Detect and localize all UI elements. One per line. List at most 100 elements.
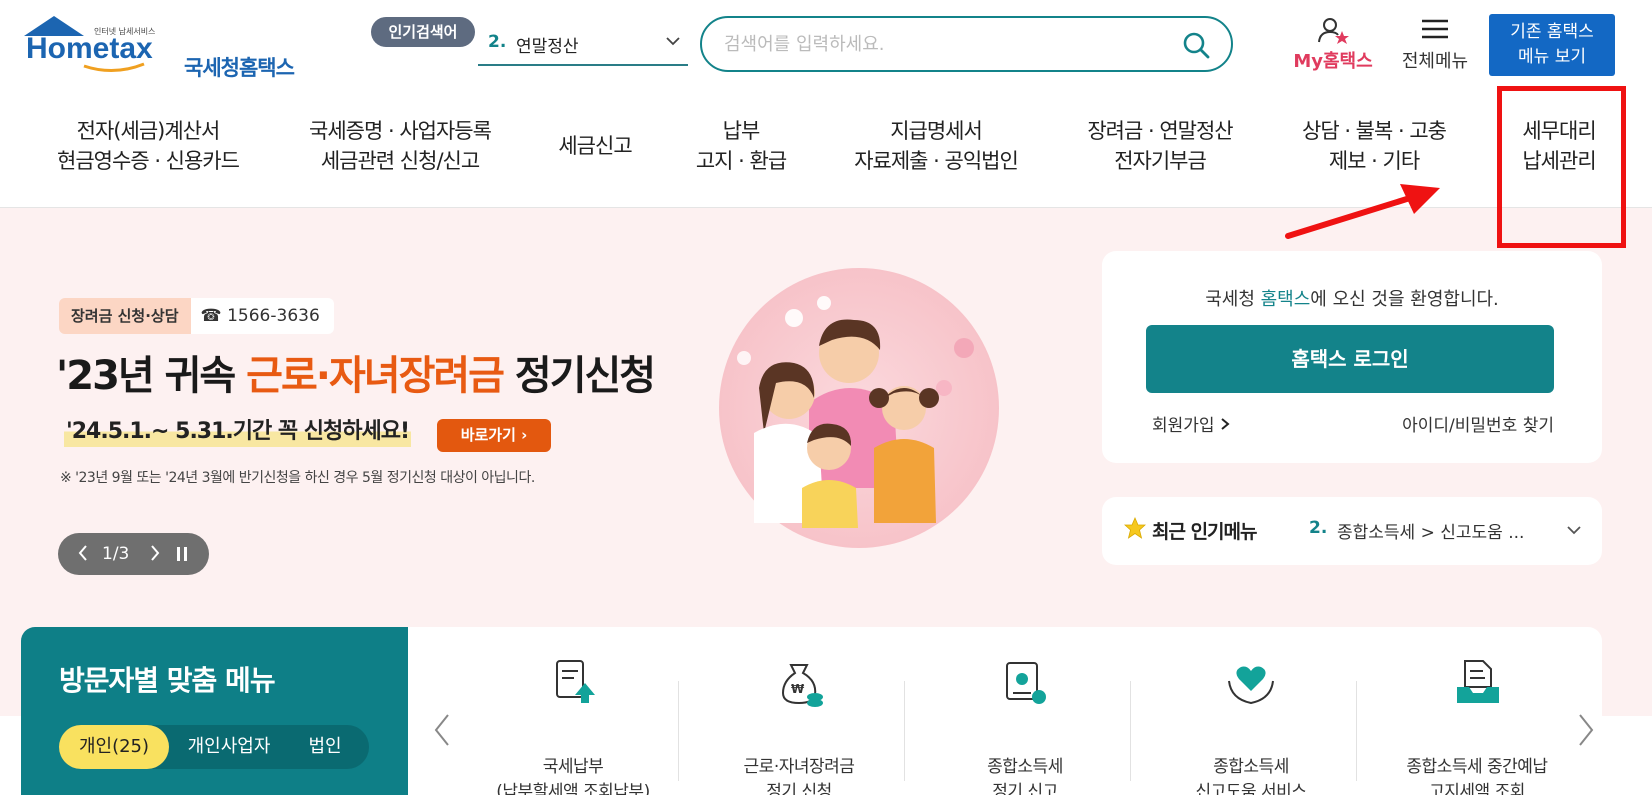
quick-item-line1: 근로·자녀장려금 xyxy=(743,757,855,777)
gnb-item-line2: 세금관련 신청/신고 xyxy=(320,149,480,173)
incentive-chip: 장려금 신청·상담 ☎ 1566-3636 xyxy=(59,298,334,334)
my-hometax-label: My홈택스 xyxy=(1293,51,1373,72)
tab-individual[interactable]: 개인(25) xyxy=(59,725,169,769)
divider xyxy=(1130,681,1131,781)
tab-corporation[interactable]: 법인 xyxy=(289,725,361,769)
certificate-icon xyxy=(1006,662,1046,704)
all-menu-button[interactable]: 전체메뉴 xyxy=(1392,16,1478,72)
old-menu-line2: 메뉴 보기 xyxy=(1518,47,1586,67)
hero-subtitle: '24.5.1.~ 5.31.기간 꼭 신청하세요! xyxy=(64,413,412,447)
chevron-left-icon[interactable] xyxy=(432,713,452,747)
all-menu-label: 전체메뉴 xyxy=(1401,51,1469,72)
search-box xyxy=(700,16,1233,72)
quick-item-tax-payment[interactable]: 국세납부 (납부할세액 조회납부) xyxy=(460,657,686,795)
recent-menu-rank: 2. xyxy=(1309,518,1328,538)
login-card: 국세청 홈택스에 오신 것을 환영합니다. 홈택스 로그인 회원가입 아이디/비… xyxy=(1102,251,1602,463)
quick-item-label: 국세납부 (납부할세액 조회납부) xyxy=(460,755,686,795)
quick-menu: 국세납부 (납부할세액 조회납부) ₩ 근로·자녀장려금정기 신청 종합소득세정기… xyxy=(408,627,1602,795)
welcome-pre: 국세청 xyxy=(1205,289,1261,310)
gnb-item-tax-report[interactable]: 세금신고 xyxy=(540,131,650,161)
chip-label: 장려금 신청·상담 xyxy=(59,298,191,334)
chevron-down-icon xyxy=(1567,526,1581,535)
header: Hometax 인터넷 납세서비스 국세청홈택스 인기검색어 2. 연말정산 M… xyxy=(0,0,1652,86)
go-button[interactable]: 바로가기 › xyxy=(437,419,551,452)
popular-keyword-text: 연말정산 xyxy=(516,37,579,57)
banner-pager: 1/3 xyxy=(58,533,209,575)
quick-item-interim-prepayment[interactable]: 종합소득세 중간예납 고지세액 조회 xyxy=(1364,657,1590,795)
search-input[interactable] xyxy=(724,28,1164,60)
gnb-item-line1: 지급명세서 xyxy=(890,119,983,143)
visitor-menu-panel: 방문자별 맞춤 메뉴 개인(25) 개인사업자 법인 xyxy=(21,627,408,795)
quick-item-label: 근로·자녀장려금정기 신청 xyxy=(686,755,912,795)
my-hometax-button[interactable]: My홈택스 xyxy=(1288,16,1378,72)
gnb-item-line1: 전자(세금)계산서 xyxy=(76,119,221,143)
quick-item-report-help[interactable]: 종합소득세 신고도움 서비스 xyxy=(1138,657,1364,795)
visitor-tabs: 개인(25) 개인사업자 법인 xyxy=(59,725,369,769)
hometax-logo[interactable]: Hometax 인터넷 납세서비스 국세청홈택스 xyxy=(24,14,295,80)
chevron-down-icon xyxy=(666,37,680,46)
hero-note: ※ '23년 9월 또는 '24년 3월에 반기신청을 하신 경우 5월 정기신… xyxy=(60,470,535,486)
gnb-item-consulting[interactable]: 상담 · 불복 · 고충 제보 · 기타 xyxy=(1286,116,1462,176)
hamburger-icon xyxy=(1422,19,1448,39)
chevron-left-icon[interactable] xyxy=(76,543,90,563)
old-menu-button[interactable]: 기존 홈택스 메뉴 보기 xyxy=(1489,14,1615,76)
logo-tagline: 인터넷 납세서비스 xyxy=(94,27,156,36)
gnb-item-e-invoice[interactable]: 전자(세금)계산서 현금영수증 · 신용카드 xyxy=(38,116,258,176)
gnb-item-certificate[interactable]: 국세증명 · 사업자등록 세금관련 신청/신고 xyxy=(290,116,510,176)
join-link[interactable]: 회원가입 xyxy=(1152,411,1230,436)
chip-phone: ☎ 1566-3636 xyxy=(190,298,334,334)
find-id-password-link[interactable]: 아이디/비밀번호 찾기 xyxy=(1402,411,1554,436)
chevron-right-icon xyxy=(1221,418,1230,430)
gnb-item-line1: 장려금 · 연말정산 xyxy=(1087,119,1233,143)
money-bag-icon: ₩ xyxy=(781,664,823,707)
quick-item-line1: 국세납부 xyxy=(542,757,604,777)
gnb-item-line1: 세금신고 xyxy=(558,134,632,158)
gnb-item-line2: 제보 · 기타 xyxy=(1328,149,1420,173)
quick-item-line1: 종합소득세 xyxy=(987,757,1063,777)
user-star-icon xyxy=(1318,18,1349,44)
quick-item-line2: 정기 신청 xyxy=(766,782,832,795)
welcome-post: 에 오신 것을 환영합니다. xyxy=(1310,289,1499,310)
hero-title-pre: '23년 귀속 xyxy=(56,353,247,399)
join-label: 회원가입 xyxy=(1152,416,1215,436)
highlight-box xyxy=(1497,86,1626,248)
divider xyxy=(678,681,679,781)
search-icon[interactable] xyxy=(1181,30,1211,60)
pause-icon[interactable] xyxy=(174,545,190,563)
heart-hands-icon xyxy=(1228,666,1274,705)
quick-item-income-tax-report[interactable]: 종합소득세정기 신고 xyxy=(912,657,1138,795)
file-tray-icon xyxy=(1457,660,1499,703)
welcome-brand: 홈택스 xyxy=(1260,289,1311,310)
quick-item-line1: 종합소득세 xyxy=(1213,757,1289,777)
family-illustration xyxy=(719,268,999,548)
quick-item-label: 종합소득세정기 신고 xyxy=(912,755,1138,795)
chevron-right-icon[interactable] xyxy=(148,543,162,563)
quick-item-incentive[interactable]: ₩ 근로·자녀장려금정기 신청 xyxy=(686,657,912,795)
recent-menu-title: 최근 인기메뉴 xyxy=(1152,521,1257,543)
hero-title-highlight: 근로·자녀장려금 xyxy=(246,353,505,399)
quick-item-line2: 고지세액 조회 xyxy=(1429,782,1525,795)
gnb-item-line1: 상담 · 불복 · 고충 xyxy=(1302,119,1447,143)
gnb-item-line1: 납부 xyxy=(722,119,761,143)
quick-item-line2: 정기 신고 xyxy=(992,782,1058,795)
pager-count: 1/3 xyxy=(102,544,130,564)
logo-name: 국세청홈택스 xyxy=(184,56,295,80)
divider xyxy=(904,681,905,781)
welcome-text: 국세청 홈택스에 오신 것을 환영합니다. xyxy=(1102,285,1602,311)
tab-individual-business[interactable]: 개인사업자 xyxy=(171,725,287,769)
quick-item-label: 종합소득세 신고도움 서비스 xyxy=(1138,755,1364,795)
quick-item-label: 종합소득세 중간예납 고지세액 조회 xyxy=(1364,755,1590,795)
divider xyxy=(1356,681,1357,781)
visitor-menu-title: 방문자별 맞춤 메뉴 xyxy=(59,664,276,697)
gnb-item-payment[interactable]: 납부 고지 · 환급 xyxy=(680,116,802,176)
gnb-item-payment-statement[interactable]: 지급명세서 자료제출 · 공익법인 xyxy=(840,116,1032,176)
recent-popular-menu[interactable]: 최근 인기메뉴 2. 종합소득세 > 신고도움 ... xyxy=(1102,497,1602,565)
gnb-item-line1: 국세증명 · 사업자등록 xyxy=(309,119,492,143)
quick-item-line2: (납부할세액 조회납부) xyxy=(496,782,650,795)
popular-keyword-select[interactable]: 2. 연말정산 xyxy=(478,22,688,66)
login-button[interactable]: 홈택스 로그인 xyxy=(1146,325,1554,393)
gnb-item-incentive[interactable]: 장려금 · 연말정산 전자기부금 xyxy=(1072,116,1248,176)
old-menu-line1: 기존 홈택스 xyxy=(1510,22,1594,42)
recent-menu-value: 종합소득세 > 신고도움 ... xyxy=(1337,523,1525,543)
svg-text:₩: ₩ xyxy=(791,682,805,696)
